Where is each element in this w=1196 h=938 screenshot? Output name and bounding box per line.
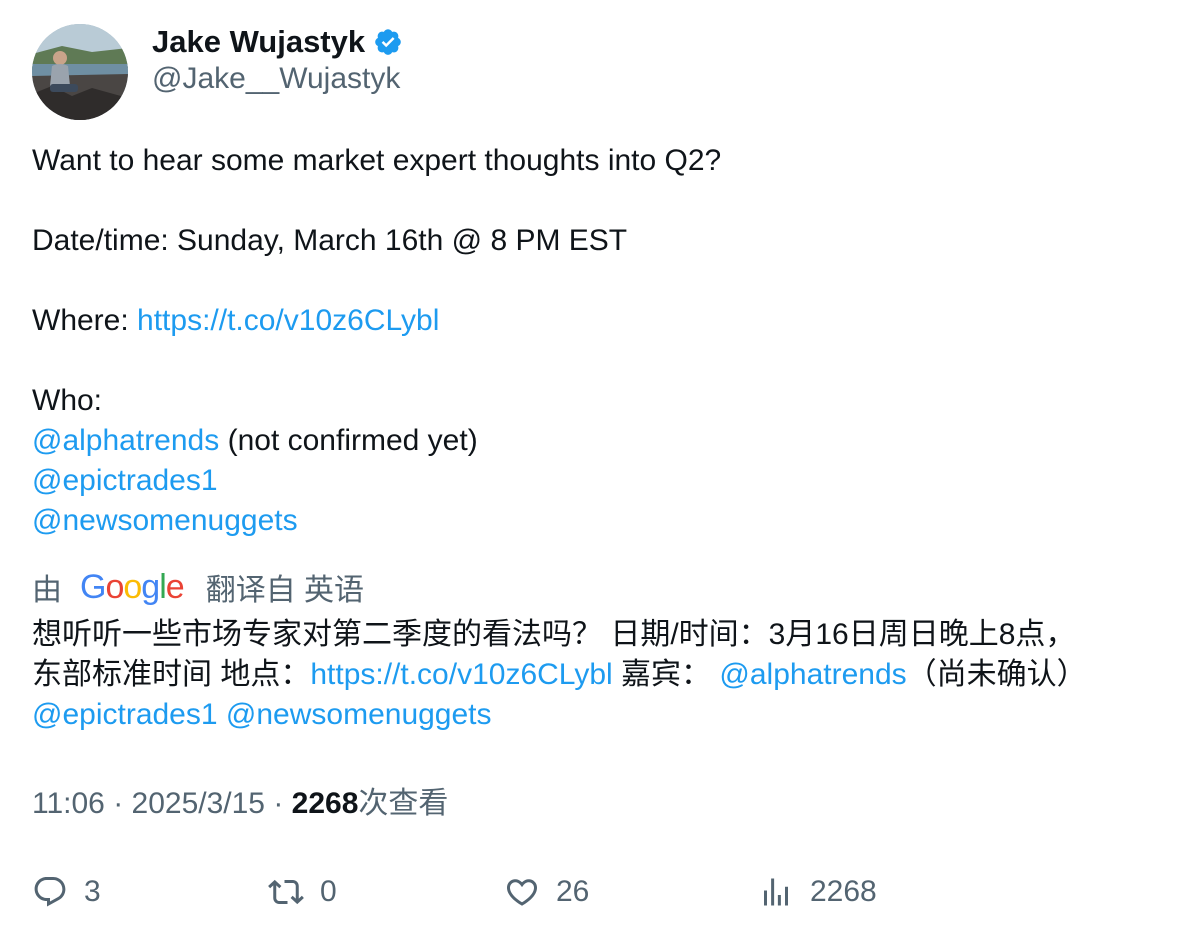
tweet-line-where: Where: https://t.co/v10z6CLybl <box>32 301 1162 341</box>
tweet-line-datetime: Date/time: Sunday, March 16th @ 8 PM EST <box>32 224 628 257</box>
translated-text: 想听听一些市场专家对第二季度的看法吗？ 日期/时间：3月16日周日晚上8点， 东… <box>32 615 1172 735</box>
translated-where-link[interactable]: https://t.co/v10z6CLybl <box>310 658 612 691</box>
mention-alphatrends[interactable]: @alphatrends <box>32 424 219 457</box>
reply-icon <box>34 877 66 907</box>
author-handle[interactable]: @Jake__Wujastyk <box>152 62 400 96</box>
translated-line-3: @epictrades1 @newsomenuggets <box>32 695 1172 735</box>
author-name-row: Jake Wujastyk <box>152 22 403 62</box>
mention-note: (not confirmed yet) <box>219 424 478 457</box>
verified-badge-icon[interactable] <box>373 27 403 57</box>
reply-count: 3 <box>84 875 101 908</box>
translated-mention-alphatrends[interactable]: @alphatrends <box>719 658 906 691</box>
tweet-meta: 11:06 · 2025/3/15 · 2268次查看 <box>32 783 448 825</box>
translation-attribution: 由 Google 翻译自 英语 <box>32 566 364 608</box>
tweet-line-mention-1: @alphatrends (not confirmed yet) <box>32 421 1162 461</box>
tweet-date[interactable]: 2025/3/15 <box>132 787 265 820</box>
views-count: 2268 <box>291 787 359 820</box>
where-link[interactable]: https://t.co/v10z6CLybl <box>137 304 439 337</box>
tweet-text: Want to hear some market expert thoughts… <box>32 141 1162 541</box>
author-display-name[interactable]: Jake Wujastyk <box>152 24 365 60</box>
repost-icon <box>268 879 304 905</box>
repost-count: 0 <box>320 875 337 908</box>
reply-button[interactable]: 3 <box>32 868 101 916</box>
repost-button[interactable]: 0 <box>268 868 337 916</box>
tweet-line-intro: Want to hear some market expert thoughts… <box>32 144 722 177</box>
avatar-photo <box>32 24 128 120</box>
meta-separator: · <box>104 787 132 820</box>
tweet-action-bar: 3 0 26 2268 <box>32 868 1162 916</box>
translated-guests-label: 嘉宾： <box>612 658 720 691</box>
translated-where-prefix: 东部标准时间 地点： <box>32 658 311 691</box>
translated-by-label: 由 <box>32 574 62 607</box>
views-label: 次查看 <box>358 787 449 820</box>
google-logo: Google <box>80 568 185 606</box>
who-label: Who: <box>32 384 103 417</box>
translated-mention-note: （尚未确认） <box>906 658 1087 691</box>
like-button[interactable]: 26 <box>504 868 589 916</box>
where-label: Where: <box>32 304 138 337</box>
tweet-line-mention-2: @epictrades1 <box>32 461 1162 501</box>
heart-icon <box>506 879 538 906</box>
tweet-line-mention-3: @newsomenuggets <box>32 501 1162 541</box>
views-button[interactable]: 2268 <box>758 868 877 916</box>
meta-separator: · <box>265 787 292 820</box>
translated-mention-newsomenuggets[interactable]: @newsomenuggets <box>226 698 492 731</box>
translated-line-2: 东部标准时间 地点：https://t.co/v10z6CLybl 嘉宾： @a… <box>32 655 1172 695</box>
mention-epictrades1[interactable]: @epictrades1 <box>32 464 218 497</box>
tweet-time[interactable]: 11:06 <box>32 787 105 820</box>
translated-mention-epictrades1[interactable]: @epictrades1 <box>32 698 218 731</box>
analytics-icon <box>764 878 788 906</box>
translated-from-label[interactable]: 翻译自 英语 <box>206 565 364 609</box>
like-count: 26 <box>556 875 590 908</box>
translated-line-1: 想听听一些市场专家对第二季度的看法吗？ 日期/时间：3月16日周日晚上8点， <box>32 618 1076 651</box>
views-action-count: 2268 <box>810 875 877 908</box>
mention-newsomenuggets[interactable]: @newsomenuggets <box>32 504 298 537</box>
author-avatar[interactable] <box>32 24 128 120</box>
